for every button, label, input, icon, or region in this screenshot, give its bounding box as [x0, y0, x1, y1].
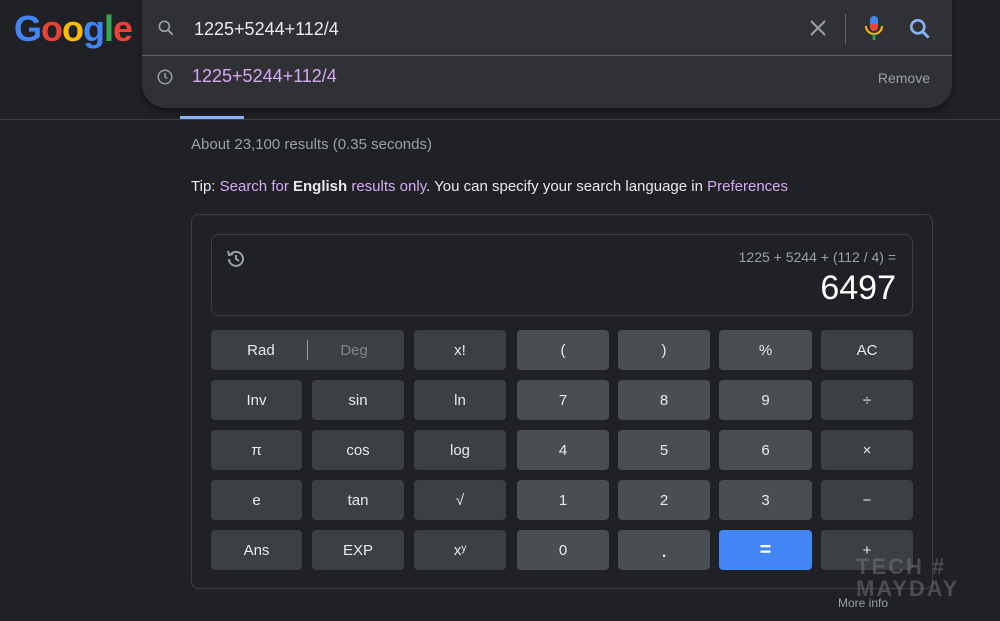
calculator-expression: 1225 + 5244 + (112 / 4) =: [738, 249, 896, 265]
calculator-history-icon[interactable]: [224, 247, 248, 271]
e-button[interactable]: e: [211, 480, 302, 520]
digit-6-button[interactable]: 6: [719, 430, 812, 470]
tan-button[interactable]: tan: [312, 480, 404, 520]
search-icon: [158, 20, 174, 36]
left-paren-button[interactable]: (: [517, 330, 609, 370]
active-tab-indicator: [180, 116, 244, 119]
calculator-widget: 1225 + 5244 + (112 / 4) = 6497 Rad Deg x…: [191, 214, 933, 589]
digit-9-button[interactable]: 9: [719, 380, 812, 420]
logo-letter: G: [14, 8, 42, 49]
ln-button[interactable]: ln: [414, 380, 506, 420]
watermark-logo: TECH # MAYDAY: [856, 556, 959, 600]
watermark-line: MAYDAY: [856, 576, 960, 601]
factorial-button[interactable]: x!: [414, 330, 506, 370]
ans-button[interactable]: Ans: [211, 530, 302, 570]
clear-icon[interactable]: [806, 16, 830, 40]
microphone-icon[interactable]: [862, 14, 886, 42]
search-input[interactable]: [192, 14, 756, 44]
pi-button[interactable]: π: [211, 430, 302, 470]
digit-8-button[interactable]: 8: [618, 380, 710, 420]
rad-deg-toggle[interactable]: Rad Deg: [211, 330, 404, 370]
logo-letter: g: [83, 8, 105, 49]
language-tip: Tip: Search for English results only. Yo…: [191, 178, 788, 195]
search-suggestion[interactable]: 1225+5244+112/4 Remove: [142, 56, 952, 100]
subtract-button[interactable]: −: [821, 480, 913, 520]
logo-letter: l: [104, 8, 114, 49]
logo-letter: o: [62, 8, 84, 49]
history-icon: [157, 69, 173, 85]
remove-suggestion-link[interactable]: Remove: [878, 70, 930, 86]
deg-label[interactable]: Deg: [340, 342, 368, 359]
rad-deg-separator: [307, 340, 308, 360]
watermark-line: TECH #: [856, 554, 947, 579]
search-box: 1225+5244+112/4 Remove: [142, 0, 952, 108]
search-submit-icon[interactable]: [907, 16, 933, 42]
sqrt-button[interactable]: √: [414, 480, 506, 520]
search-row: [142, 0, 952, 56]
calculator-display: 1225 + 5244 + (112 / 4) = 6497: [211, 234, 913, 316]
search-divider: [845, 14, 846, 44]
calculator-result: 6497: [820, 269, 896, 307]
exp-button[interactable]: EXP: [312, 530, 404, 570]
percent-button[interactable]: %: [719, 330, 812, 370]
logo-letter: o: [41, 8, 63, 49]
digit-0-button[interactable]: 0: [517, 530, 609, 570]
tip-link-text: results only: [347, 178, 427, 195]
suggestion-text: 1225+5244+112/4: [192, 66, 337, 86]
result-stats: About 23,100 results (0.35 seconds): [191, 136, 432, 153]
preferences-link[interactable]: Preferences: [707, 178, 788, 195]
tip-prefix: Tip:: [191, 178, 220, 195]
equals-button[interactable]: =: [719, 530, 812, 570]
cos-button[interactable]: cos: [312, 430, 404, 470]
clear-all-button[interactable]: AC: [821, 330, 913, 370]
divide-button[interactable]: ÷: [821, 380, 913, 420]
top-bar: Google 1225+5244+112/4 1225+5244+112/4 R…: [0, 0, 1000, 120]
logo-letter: e: [113, 8, 133, 49]
digit-1-button[interactable]: 1: [517, 480, 609, 520]
google-logo[interactable]: Google: [14, 8, 133, 50]
decimal-button[interactable]: .: [618, 530, 710, 570]
digit-4-button[interactable]: 4: [517, 430, 609, 470]
log-button[interactable]: log: [414, 430, 506, 470]
english-results-link[interactable]: Search for English results only: [220, 178, 426, 195]
sin-button[interactable]: sin: [312, 380, 404, 420]
digit-2-button[interactable]: 2: [618, 480, 710, 520]
tip-link-text: Search for: [219, 178, 293, 195]
digit-3-button[interactable]: 3: [719, 480, 812, 520]
inverse-button[interactable]: Inv: [211, 380, 302, 420]
tip-middle-text: . You can specify your search language i…: [426, 178, 708, 195]
tip-bold-language: English: [293, 178, 348, 195]
power-button[interactable]: xʸ: [414, 530, 506, 570]
right-paren-button[interactable]: ): [618, 330, 710, 370]
multiply-button[interactable]: ×: [821, 430, 913, 470]
digit-5-button[interactable]: 5: [618, 430, 710, 470]
rad-label[interactable]: Rad: [247, 342, 275, 359]
digit-7-button[interactable]: 7: [517, 380, 609, 420]
